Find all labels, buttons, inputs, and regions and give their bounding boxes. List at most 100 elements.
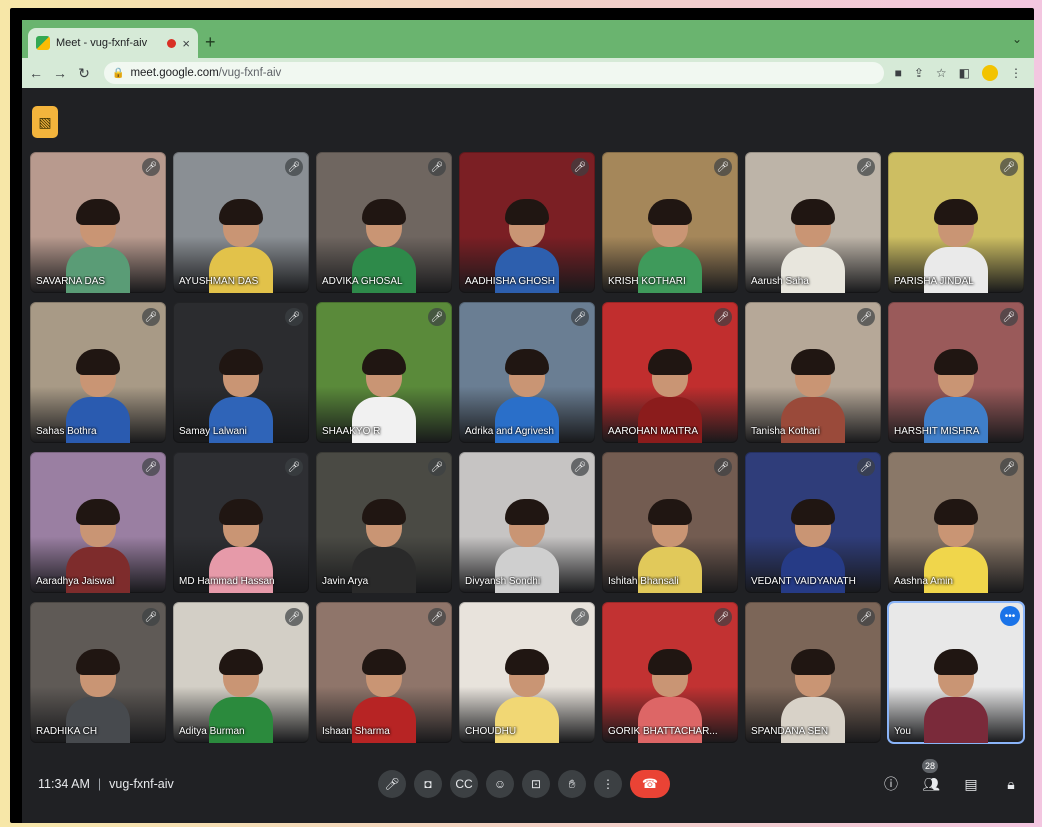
mic-muted-icon: 🎤︎ — [1000, 158, 1018, 176]
people-icon[interactable]: 28 👥︎ — [920, 759, 942, 795]
meeting-code: vug-fxnf-aiv — [109, 777, 174, 791]
mic-muted-icon: 🎤︎ — [142, 608, 160, 626]
participant-tile[interactable]: 🎤︎ PARISHA JINDAL — [888, 152, 1024, 293]
participant-tile[interactable]: 🎤︎ MD Hammad Hassan — [173, 452, 309, 593]
participant-tile[interactable]: 🎤︎ Aashna Amin — [888, 452, 1024, 593]
reload-icon[interactable]: ↻ — [74, 65, 94, 82]
raise-hand-icon[interactable]: ✋︎ — [558, 770, 586, 798]
camera-icon[interactable]: ◘ — [414, 770, 442, 798]
participant-name: Ishitah Bhansali — [608, 576, 679, 587]
side-panel-icon[interactable]: ◧ — [959, 66, 970, 80]
participant-name: Javin Arya — [322, 576, 369, 587]
participant-tile[interactable]: 🎤︎ Ishaan Sharma — [316, 602, 452, 743]
emoji-reaction-icon[interactable]: ☺ — [486, 770, 514, 798]
participant-name: Samay Lalwani — [179, 426, 247, 437]
present-screen-icon[interactable]: ⊡ — [522, 770, 550, 798]
meet-favicon-icon — [36, 36, 50, 50]
participant-tile[interactable]: 🎤︎ Aarush Saha — [745, 152, 881, 293]
participant-tile[interactable]: 🎤︎ Javin Arya — [316, 452, 452, 593]
mic-muted-icon: 🎤︎ — [714, 308, 732, 326]
participant-tile[interactable]: 🎤︎ SHAAKYO R — [316, 302, 452, 443]
leave-call-button[interactable]: ☎ — [630, 770, 670, 798]
meeting-bottom-bar: 11:34 AM | vug-fxnf-aiv 🎤︎ ◘ CC ☺ ⊡ ✋︎ ⋮… — [22, 754, 1034, 814]
more-options-icon[interactable]: ⋮ — [594, 770, 622, 798]
participant-tile[interactable]: 🎤︎ GORIK BHATTACHAR... — [602, 602, 738, 743]
mic-muted-icon: 🎤︎ — [714, 608, 732, 626]
participant-tile[interactable]: 🎤︎ HARSHIT MISHRA — [888, 302, 1024, 443]
participant-name: GORIK BHATTACHAR... — [608, 726, 718, 737]
profile-avatar-icon[interactable] — [982, 65, 998, 81]
mic-muted-icon: 🎤︎ — [428, 458, 446, 476]
participant-tile[interactable]: 🎤︎ SAVARNA DAS — [30, 152, 166, 293]
participant-name: RADHIKA CH — [36, 726, 98, 737]
mic-muted-icon: 🎤︎ — [714, 158, 732, 176]
bookmark-star-icon[interactable]: ☆ — [936, 66, 947, 80]
meeting-info-icon[interactable]: ⓘ — [880, 773, 902, 795]
participant-tile[interactable]: 🎤︎ Aaradhya Jaiswal — [30, 452, 166, 593]
participant-name: Aashna Amin — [894, 576, 953, 587]
url-domain: meet.google.com — [130, 67, 219, 79]
participant-tile[interactable]: 🎤︎ Adrika and Agrivesh — [459, 302, 595, 443]
mic-muted-icon: 🎤︎ — [857, 308, 875, 326]
browser-tab-strip: Meet - vug-fxnf-aiv × + ⌄ — [22, 20, 1034, 58]
tile-more-options-icon[interactable]: ••• — [1000, 606, 1020, 626]
participant-name: VEDANT VAIDYANATH — [751, 576, 856, 587]
browser-menu-icon[interactable]: ⋮ — [1010, 66, 1022, 80]
mic-muted-icon: 🎤︎ — [285, 458, 303, 476]
participant-tile[interactable]: 🎤︎ AADHISHA GHOSH — [459, 152, 595, 293]
mic-muted-icon: 🎤︎ — [285, 608, 303, 626]
participant-name: SHAAKYO R — [322, 426, 381, 437]
tab-search-chevron-icon[interactable]: ⌄ — [1012, 32, 1022, 46]
camera-in-use-icon[interactable]: ■ — [895, 66, 902, 80]
participant-tile[interactable]: 🎤︎ AYUSHMAN DAS — [173, 152, 309, 293]
participant-tile[interactable]: 🎤︎ Sahas Bothra — [30, 302, 166, 443]
url-omnibox[interactable]: 🔒 meet.google.com/vug-fxnf-aiv — [104, 62, 884, 84]
participant-tile[interactable]: 🎤︎ RADHIKA CH — [30, 602, 166, 743]
participant-tile[interactable]: 🎤︎ VEDANT VAIDYANATH — [745, 452, 881, 593]
participant-tile[interactable]: 🎤︎ Tanisha Kothari — [745, 302, 881, 443]
mic-muted-icon: 🎤︎ — [142, 158, 160, 176]
mic-muted-icon: 🎤︎ — [428, 308, 446, 326]
tab-close-icon[interactable]: × — [182, 36, 190, 51]
chat-icon[interactable]: ▤ — [960, 773, 982, 795]
meet-stage: ▧ 🎤︎ SAVARNA DAS 🎤︎ AYUSHMAN DAS 🎤︎ ADVIKA GH… — [22, 88, 1034, 823]
new-tab-button[interactable]: + — [205, 32, 216, 53]
participant-tile[interactable]: 🎤︎ ADVIKA GHOSAL — [316, 152, 452, 293]
browser-tab-meet[interactable]: Meet - vug-fxnf-aiv × — [28, 28, 198, 58]
participant-tile[interactable]: 🎤︎ AAROHAN MAITRA — [602, 302, 738, 443]
participant-name: AYUSHMAN DAS — [179, 276, 259, 287]
participant-tile[interactable]: ••• You — [887, 601, 1025, 744]
participant-name: CHOUDHU — [465, 726, 517, 737]
mic-muted-icon: 🎤︎ — [1000, 458, 1018, 476]
participant-tile[interactable]: 🎤︎ SPANDANA SEN — [745, 602, 881, 743]
participant-tile[interactable]: 🎤︎ Ishitah Bhansali — [602, 452, 738, 593]
participant-name: Aaradhya Jaiswal — [36, 576, 115, 587]
participant-name: HARSHIT MISHRA — [894, 426, 980, 437]
participant-name: ADVIKA GHOSAL — [322, 276, 403, 287]
captions-icon[interactable]: CC — [450, 770, 478, 798]
meeting-details: 11:34 AM | vug-fxnf-aiv — [38, 777, 174, 791]
host-controls-lock-icon[interactable]: 🔒︎ — [1000, 773, 1022, 795]
mic-muted-icon: 🎤︎ — [428, 608, 446, 626]
notes-panel-icon[interactable]: ▧ — [32, 106, 58, 138]
back-arrow-icon[interactable]: ← — [26, 65, 46, 81]
mic-muted-icon: 🎤︎ — [571, 608, 589, 626]
participant-tile[interactable]: 🎤︎ Aditya Burman — [173, 602, 309, 743]
mic-muted-icon: 🎤︎ — [571, 158, 589, 176]
mic-muted-icon: 🎤︎ — [714, 458, 732, 476]
tab-title: Meet - vug-fxnf-aiv — [56, 37, 148, 49]
share-icon[interactable]: ⇪ — [914, 66, 924, 80]
participant-tile[interactable]: 🎤︎ KRISH KOTHARI — [602, 152, 738, 293]
participant-name: MD Hammad Hassan — [179, 576, 275, 587]
meeting-time: 11:34 AM — [38, 777, 90, 791]
microphone-icon[interactable]: 🎤︎ — [378, 770, 406, 798]
participant-tile[interactable]: 🎤︎ Samay Lalwani — [173, 302, 309, 443]
participant-tile[interactable]: 🎤︎ Divyansh Sondhi — [459, 452, 595, 593]
mic-muted-icon: 🎤︎ — [285, 158, 303, 176]
forward-arrow-icon[interactable]: → — [50, 65, 70, 81]
participant-name: Aarush Saha — [751, 276, 809, 287]
participant-tile[interactable]: 🎤︎ CHOUDHU — [459, 602, 595, 743]
participant-name: SAVARNA DAS — [36, 276, 106, 287]
participant-name: SPANDANA SEN — [751, 726, 829, 737]
participant-name: KRISH KOTHARI — [608, 276, 686, 287]
